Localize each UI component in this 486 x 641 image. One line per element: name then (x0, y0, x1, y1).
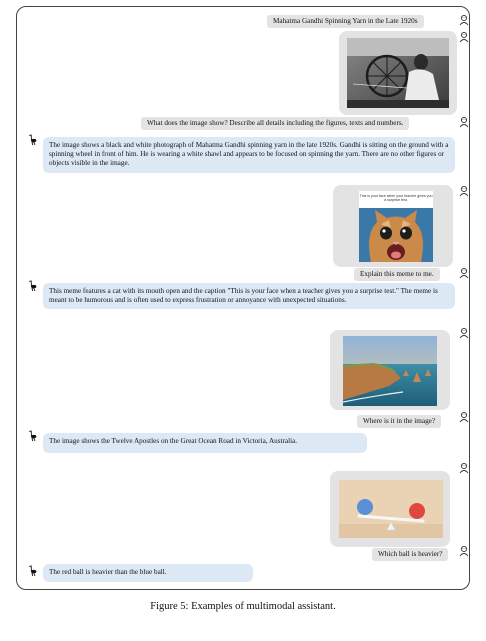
red-ball (409, 503, 425, 519)
user-image-frame: This is your face when your teacher give… (333, 185, 453, 267)
assistant-message-text: The image shows the Twelve Apostles on t… (49, 437, 298, 445)
user-message-text: What does the image show? Describe all d… (147, 119, 404, 127)
meme-image: This is your face when your teacher give… (359, 191, 433, 262)
user-message-bubble: What does the image show? Describe all d… (141, 117, 410, 131)
meme-caption-text: This is your face when your teacher give… (359, 194, 433, 203)
user-face-icon (458, 267, 470, 279)
user-image-frame (330, 471, 450, 547)
ostrich-icon (27, 134, 39, 146)
user-message-bubble: Mahatma Gandhi Spinning Yarn in the Late… (267, 15, 424, 29)
user-face-icon (458, 327, 470, 339)
user-message-text: Mahatma Gandhi Spinning Yarn in the Late… (273, 17, 418, 25)
user-face-icon (458, 116, 470, 128)
user-message-bubble: Which ball is heavier? (372, 548, 449, 562)
cat-face (359, 208, 433, 262)
user-face-icon (458, 31, 470, 43)
user-message-bubble: Where is it in the image? (357, 415, 442, 429)
ostrich-icon (27, 280, 39, 292)
balance-photo (339, 480, 443, 538)
user-face-icon (458, 411, 470, 423)
figure-caption: Figure 5: Examples of multimodal assista… (150, 601, 336, 612)
assistant-message-text: This meme features a cat with its mouth … (49, 287, 438, 305)
user-face-icon (458, 545, 470, 557)
assistant-message-bubble: This meme features a cat with its mouth … (43, 283, 455, 310)
user-image-frame (330, 330, 450, 410)
assistant-message-text: The image shows a black and white photog… (49, 141, 449, 168)
ostrich-icon (27, 430, 39, 442)
gandhi-photo (347, 38, 449, 108)
assistant-message-bubble: The red ball is heavier than the blue ba… (43, 564, 253, 582)
coastline-photo (343, 336, 437, 406)
ostrich-icon (27, 565, 39, 577)
user-face-icon (458, 462, 470, 474)
assistant-message-bubble: The image shows the Twelve Apostles on t… (43, 433, 367, 453)
conversation-panel: Mahatma Gandhi Spinning Yarn in the Late… (16, 6, 470, 590)
assistant-message-bubble: The image shows a black and white photog… (43, 137, 455, 173)
user-message-text: Where is it in the image? (363, 417, 436, 425)
user-message-text: Which ball is heavier? (378, 550, 443, 558)
blue-ball (357, 499, 373, 515)
user-message-bubble: Explain this meme to me. (354, 268, 440, 282)
user-face-icon (458, 14, 470, 26)
user-face-icon (458, 185, 470, 197)
assistant-message-text: The red ball is heavier than the blue ba… (49, 568, 167, 576)
user-image-frame (339, 31, 457, 115)
user-message-text: Explain this meme to me. (360, 270, 434, 278)
